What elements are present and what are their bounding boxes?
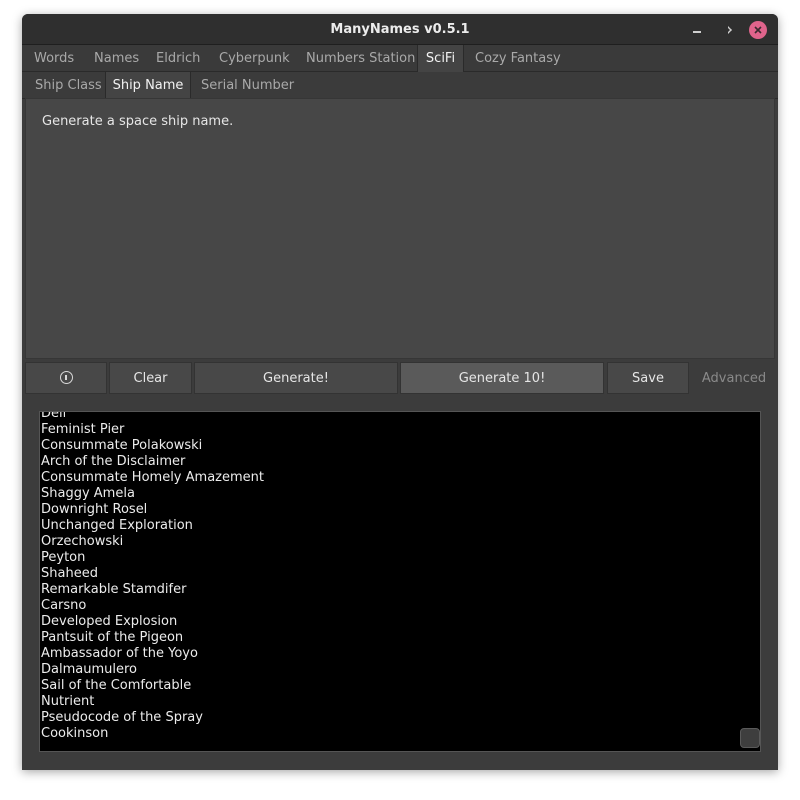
description-text: Generate a space ship name. (42, 114, 234, 129)
generate-10-button[interactable]: Generate 10! (400, 362, 604, 394)
result-item[interactable]: Consummate Homely Amazement (40, 470, 740, 486)
tab-cyberpunk[interactable]: Cyberpunk (219, 45, 290, 72)
results-output[interactable]: Dell Feminist Pier Consummate Polakowski Ar… (39, 411, 761, 752)
description-panel: Generate a space ship name. (25, 98, 775, 359)
close-icon (754, 26, 762, 34)
result-item[interactable]: Dalmaumulero (40, 662, 740, 678)
result-item[interactable]: Shaggy Amela (40, 486, 740, 502)
result-item[interactable]: Developed Explosion (40, 614, 740, 630)
window-title: ManyNames v0.5.1 (330, 22, 470, 37)
minimize-button[interactable] (688, 21, 706, 39)
tab-names[interactable]: Names (94, 45, 139, 72)
tab-ship-class[interactable]: Ship Class (35, 72, 102, 99)
result-item[interactable]: Downright Rosel (40, 502, 740, 518)
minimize-icon (693, 31, 701, 33)
app-window: ManyNames v0.5.1 Words Names Eldrich Cyb… (22, 14, 778, 770)
result-item[interactable]: Arch of the Disclaimer (40, 454, 740, 470)
action-toolbar: Clear Generate! Generate 10! Save Advanc… (22, 360, 778, 396)
tab-eldrich[interactable]: Eldrich (156, 45, 200, 72)
tab-words[interactable]: Words (34, 45, 74, 72)
advanced-button[interactable]: Advanced (692, 362, 776, 394)
result-item[interactable]: Peyton (40, 550, 740, 566)
title-bar[interactable]: ManyNames v0.5.1 (22, 14, 778, 45)
result-item[interactable]: Remarkable Stamdifer (40, 582, 740, 598)
result-item[interactable]: Consummate Polakowski (40, 438, 740, 454)
tab-cozy-fantasy[interactable]: Cozy Fantasy (475, 45, 561, 72)
tab-ship-name[interactable]: Ship Name (105, 72, 191, 100)
result-item[interactable]: Shaheed (40, 566, 740, 582)
generate-button[interactable]: Generate! (194, 362, 398, 394)
clear-button[interactable]: Clear (109, 362, 192, 394)
tab-numbers-station[interactable]: Numbers Station (306, 45, 415, 72)
result-item[interactable]: Orzechowski (40, 534, 740, 550)
save-button[interactable]: Save (607, 362, 689, 394)
info-button[interactable] (25, 362, 107, 394)
tab-serial-number[interactable]: Serial Number (201, 72, 294, 99)
result-item[interactable]: Unchanged Exploration (40, 518, 740, 534)
maximize-button[interactable] (719, 21, 737, 39)
result-item[interactable]: Carsno (40, 598, 740, 614)
category-tab-bar: Words Names Eldrich Cyberpunk Numbers St… (22, 45, 778, 73)
result-item[interactable]: Ambassador of the Yoyo (40, 646, 740, 662)
generator-tab-bar: Ship Class Ship Name Serial Number (22, 72, 778, 100)
result-item[interactable]: Pantsuit of the Pigeon (40, 630, 740, 646)
tab-scifi[interactable]: SciFi (417, 45, 464, 73)
maximize-icon (724, 26, 732, 34)
result-item[interactable]: Dell (40, 412, 740, 422)
close-button[interactable] (749, 21, 767, 39)
result-item[interactable]: Pseudocode of the Spray (40, 710, 740, 726)
scroll-handle[interactable] (740, 728, 760, 748)
result-item[interactable]: Sail of the Comfortable (40, 678, 740, 694)
result-item[interactable]: Cookinson (40, 726, 740, 742)
result-item[interactable]: Feminist Pier (40, 422, 740, 438)
results-list: Dell Feminist Pier Consummate Polakowski Ar… (40, 412, 740, 742)
info-icon (59, 371, 73, 384)
result-item[interactable]: Nutrient (40, 694, 740, 710)
